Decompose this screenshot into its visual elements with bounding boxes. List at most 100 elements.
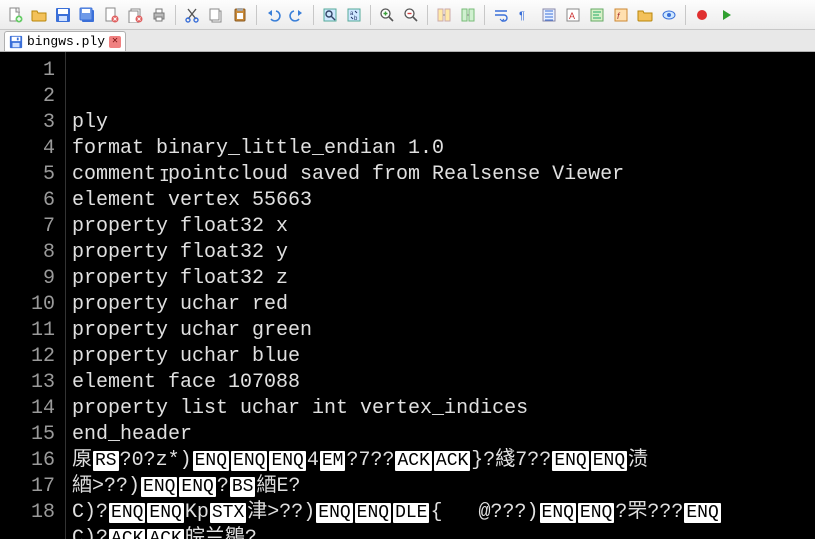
code-text: 4 <box>307 449 319 472</box>
redo-icon <box>289 7 305 23</box>
line-number: 5 <box>0 162 55 188</box>
code-text: property float32 y <box>72 241 288 264</box>
save-all-button[interactable] <box>76 4 98 26</box>
redo-button[interactable] <box>286 4 308 26</box>
folder-button[interactable] <box>634 4 656 26</box>
line-number: 12 <box>0 344 55 370</box>
cut-icon <box>184 7 200 23</box>
code-editor[interactable]: 123456789101112131415161718 plyformat bi… <box>0 52 815 539</box>
line-number: 11 <box>0 318 55 344</box>
tab-close-button[interactable] <box>109 36 121 48</box>
line-number: 14 <box>0 396 55 422</box>
cut-button[interactable] <box>181 4 203 26</box>
code-text: format binary_little_endian 1.0 <box>72 137 444 160</box>
indent-guide-button[interactable] <box>538 4 560 26</box>
line-number: 16 <box>0 448 55 474</box>
code-line[interactable]: C)?ENQENQKpSTX津>??)ENQENQDLE{ @???)ENQEN… <box>72 500 815 526</box>
wrap-icon <box>493 7 509 23</box>
record-button[interactable] <box>691 4 713 26</box>
close-icon <box>103 7 119 23</box>
monitor-button[interactable] <box>658 4 680 26</box>
play-button[interactable] <box>715 4 737 26</box>
code-line[interactable]: format binary_little_endian 1.0 <box>72 136 815 162</box>
code-line[interactable]: property float32 y <box>72 240 815 266</box>
doc-map-button[interactable] <box>586 4 608 26</box>
new-file-icon <box>7 7 23 23</box>
toolbar-separator <box>685 5 686 25</box>
code-line[interactable]: property uchar red <box>72 292 815 318</box>
save-button[interactable] <box>52 4 74 26</box>
open-file-button[interactable] <box>28 4 50 26</box>
control-char: ENQ <box>109 503 145 523</box>
code-text: ply <box>72 111 108 134</box>
show-all-chars-button[interactable]: ¶ <box>514 4 536 26</box>
code-line[interactable]: element vertex 55663 <box>72 188 815 214</box>
play-icon <box>718 7 734 23</box>
code-line[interactable]: property uchar green <box>72 318 815 344</box>
print-button[interactable] <box>148 4 170 26</box>
code-line[interactable]: 綇>??)ENQENQ?BS綇E? <box>72 474 815 500</box>
svg-text:A: A <box>569 11 575 21</box>
line-number: 2 <box>0 84 55 110</box>
code-line[interactable]: property uchar blue <box>72 344 815 370</box>
line-number: 6 <box>0 188 55 214</box>
sync-left-icon <box>436 7 452 23</box>
code-line[interactable]: end_header <box>72 422 815 448</box>
tab-filename: bingws.ply <box>27 34 105 49</box>
show-all-chars-icon: ¶ <box>517 7 533 23</box>
code-text: ?7?? <box>346 449 394 472</box>
line-number: 10 <box>0 292 55 318</box>
func-list-icon: f <box>613 7 629 23</box>
sync-right-button[interactable] <box>457 4 479 26</box>
print-icon <box>151 7 167 23</box>
control-char: ENQ <box>552 451 588 471</box>
close-all-icon <box>127 7 143 23</box>
code-text: 綇E? <box>256 475 300 498</box>
control-char: ACK <box>395 451 431 471</box>
find-button[interactable] <box>319 4 341 26</box>
code-area[interactable]: ply format binary_little_endian 1.0commen… <box>66 52 815 539</box>
code-line[interactable]: property float32 x <box>72 214 815 240</box>
control-char: ENQ <box>179 477 215 497</box>
control-char: ENQ <box>269 451 305 471</box>
new-file-button[interactable] <box>4 4 26 26</box>
line-number: 17 <box>0 474 55 500</box>
func-list-button[interactable]: f <box>610 4 632 26</box>
monitor-icon <box>661 7 677 23</box>
doc-map-icon <box>589 7 605 23</box>
control-char: DLE <box>393 503 429 523</box>
control-char: ACK <box>434 451 470 471</box>
paste-icon <box>232 7 248 23</box>
lang-button[interactable]: A <box>562 4 584 26</box>
close-all-button[interactable] <box>124 4 146 26</box>
paste-button[interactable] <box>229 4 251 26</box>
code-line[interactable]: C)?ACKACK皖兰鶵? <box>72 526 815 539</box>
code-line[interactable]: 厡RS?0?z*)ENQENQENQ4EM?7??ACKACK}?綫7??ENQ… <box>72 448 815 474</box>
open-file-icon <box>31 7 47 23</box>
control-char: ENQ <box>193 451 229 471</box>
replace-button[interactable]: ab <box>343 4 365 26</box>
code-text: end_header <box>72 423 192 446</box>
code-line[interactable]: element face 107088 <box>72 370 815 396</box>
zoom-out-button[interactable] <box>400 4 422 26</box>
undo-button[interactable] <box>262 4 284 26</box>
code-line[interactable]: property list uchar int vertex_indices <box>72 396 815 422</box>
copy-button[interactable] <box>205 4 227 26</box>
save-all-icon <box>79 7 95 23</box>
code-text: ?罘??? <box>615 501 683 524</box>
code-line[interactable]: comment pointcloud saved from Realsense … <box>72 162 815 188</box>
close-button[interactable] <box>100 4 122 26</box>
sync-left-button[interactable] <box>433 4 455 26</box>
code-line[interactable]: ply <box>72 110 815 136</box>
line-number: 15 <box>0 422 55 448</box>
code-text: property uchar green <box>72 319 312 342</box>
wrap-button[interactable] <box>490 4 512 26</box>
save-icon <box>9 35 23 49</box>
control-char: BS <box>230 477 256 497</box>
line-number: 18 <box>0 500 55 526</box>
code-text: 渍 <box>628 449 648 472</box>
file-tab[interactable]: bingws.ply <box>4 31 126 51</box>
code-text: 皖兰鶵? <box>185 527 257 539</box>
zoom-in-button[interactable] <box>376 4 398 26</box>
code-line[interactable]: property float32 z <box>72 266 815 292</box>
